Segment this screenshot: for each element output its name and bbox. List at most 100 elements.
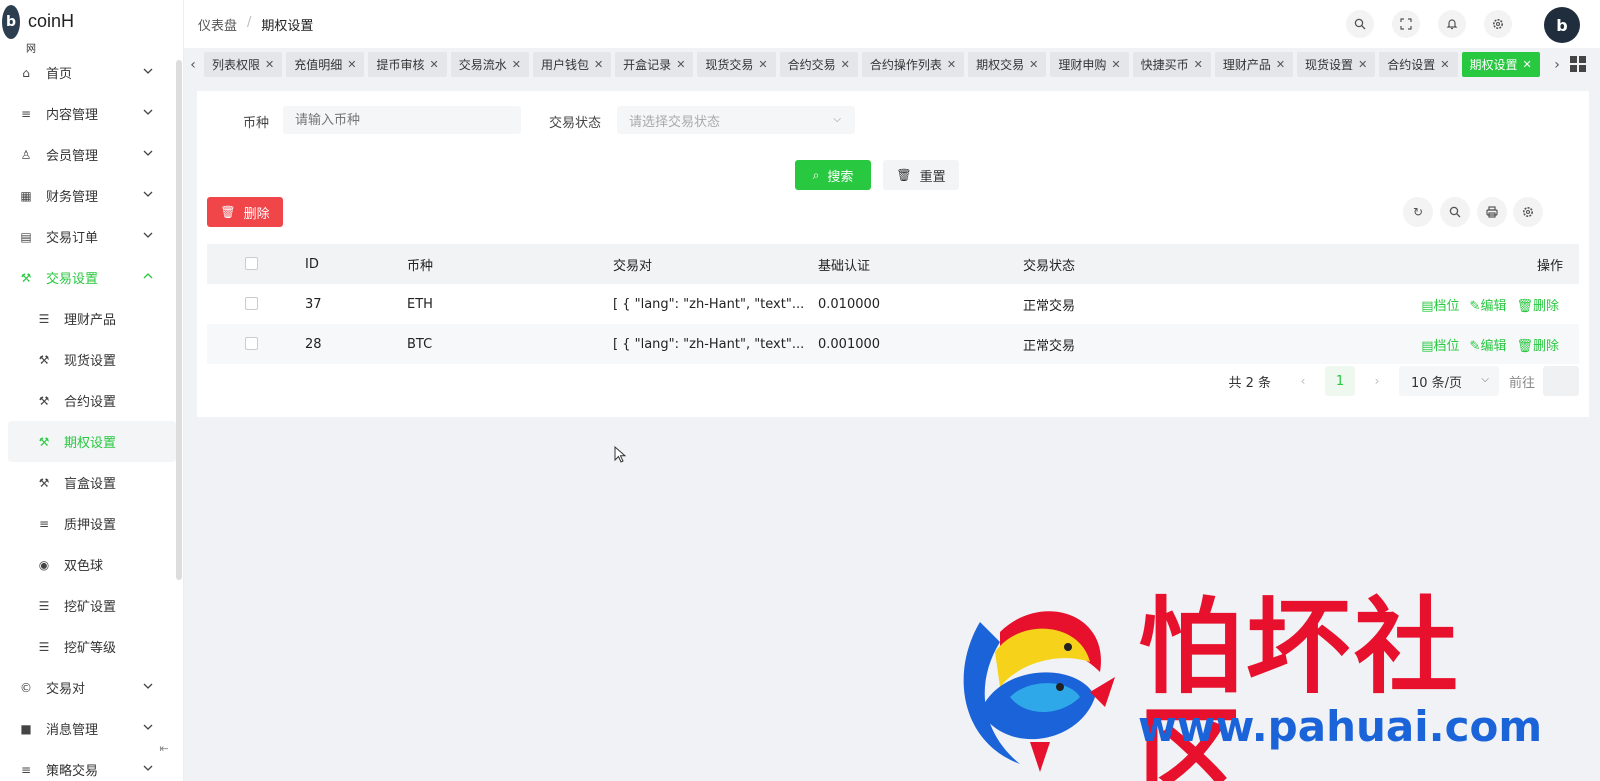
prev-page-icon[interactable]: ‹ (1289, 367, 1317, 395)
tab-3[interactable]: 交易流水 ✕ (450, 52, 529, 77)
sidebar-item-10[interactable]: ⚒ 盲盒设置 (0, 462, 176, 503)
pagination-total: 共 2 条 (1228, 375, 1271, 391)
search-icon[interactable] (1346, 10, 1374, 38)
sidebar-item-0[interactable]: ⌂ 首页 (0, 52, 176, 93)
row-delete-button[interactable]: 🗑删除 (1516, 295, 1559, 314)
close-icon[interactable]: ✕ (429, 58, 438, 71)
print-icon[interactable] (1477, 197, 1507, 227)
close-icon[interactable]: ✕ (265, 58, 274, 71)
page-number[interactable]: 1 (1324, 366, 1355, 396)
close-icon[interactable]: ✕ (758, 58, 767, 71)
sidebar-item-1[interactable]: ≡ 内容管理 (0, 93, 176, 134)
sidebar-item-17[interactable]: ≡ 策略交易 (0, 749, 176, 781)
level-button[interactable]: ▤档位 (1421, 295, 1459, 314)
header-pair: 交易对 (613, 258, 653, 274)
sidebar-item-8[interactable]: ⚒ 合约设置 (0, 380, 176, 421)
sidebar-scrollbar[interactable] (176, 60, 182, 580)
top-header: 仪表盘 / 期权设置 b (184, 0, 1600, 48)
list-icon: ≡ (38, 516, 50, 531)
tab-8[interactable]: 合约操作列表 ✕ (861, 52, 965, 77)
tab-1[interactable]: 充值明细 ✕ (286, 52, 365, 77)
close-icon[interactable]: ✕ (1440, 58, 1449, 71)
close-icon[interactable]: ✕ (676, 58, 685, 71)
delete-button[interactable]: 🗑 删除 (207, 197, 283, 227)
tab-2[interactable]: 提币审核 ✕ (368, 52, 447, 77)
fullscreen-icon[interactable] (1392, 10, 1420, 38)
sidebar-item-11[interactable]: ≡ 质押设置 (0, 503, 176, 544)
tabs-menu-grid-icon[interactable] (1570, 56, 1586, 72)
close-icon[interactable]: ✕ (512, 58, 521, 71)
refresh-icon[interactable]: ↻ (1403, 197, 1433, 227)
watermark: 怕坏社区 www.pahuai.com (940, 592, 1550, 781)
close-icon[interactable]: ✕ (347, 58, 356, 71)
tab-11[interactable]: 快捷买币 ✕ (1132, 52, 1211, 77)
reset-button[interactable]: 🗑 重置 (883, 160, 959, 190)
sidebar-item-2[interactable]: ♙ 会员管理 (0, 134, 176, 175)
tab-9[interactable]: 期权交易 ✕ (968, 52, 1047, 77)
sidebar-item-13[interactable]: ☰ 挖矿设置 (0, 585, 176, 626)
chevron-down-icon (142, 762, 154, 774)
tab-10[interactable]: 理财申购 ✕ (1050, 52, 1129, 77)
sidebar-item-12[interactable]: ◉ 双色球 (0, 544, 176, 585)
delete-button-label: 删除 (243, 206, 270, 222)
sidebar-item-5[interactable]: ⚒ 交易设置 (0, 257, 176, 298)
tabs-scroll-right-icon[interactable]: › (1550, 55, 1564, 75)
data-table: ID 币种 交易对 基础认证 交易状态 操作 37 ETH [ { "lang": … (207, 244, 1579, 364)
row-checkbox[interactable] (245, 337, 258, 350)
close-icon[interactable]: ✕ (1194, 58, 1203, 71)
sidebar-item-14[interactable]: ☰ 挖矿等级 (0, 626, 176, 667)
close-icon[interactable]: ✕ (1276, 58, 1285, 71)
row-delete-button[interactable]: 🗑删除 (1516, 335, 1559, 354)
edit-button[interactable]: ✎编辑 (1470, 295, 1507, 314)
sidebar-item-label: 交易订单 (46, 231, 99, 246)
goto-page-input[interactable] (1543, 366, 1579, 396)
sidebar-item-6[interactable]: ☰ 理财产品 (0, 298, 176, 339)
sidebar-item-4[interactable]: ▤ 交易订单 (0, 216, 176, 257)
settings-icon[interactable] (1484, 10, 1512, 38)
sidebar-item-3[interactable]: ▦ 财务管理 (0, 175, 176, 216)
tab-6[interactable]: 现货交易 ✕ (697, 52, 776, 77)
close-icon[interactable]: ✕ (947, 58, 956, 71)
collapse-sidebar-icon[interactable]: ⇤ (156, 740, 172, 756)
column-settings-icon[interactable] (1513, 197, 1543, 227)
sidebar-item-15[interactable]: © 交易对 (0, 667, 176, 708)
sidebar-item-7[interactable]: ⚒ 现货设置 (0, 339, 176, 380)
tab-13[interactable]: 现货设置 ✕ (1297, 52, 1376, 77)
breadcrumb-home[interactable]: 仪表盘 (198, 15, 237, 34)
tab-0[interactable]: 列表权限 ✕ (204, 52, 283, 77)
close-icon[interactable]: ✕ (1358, 58, 1367, 71)
coin-input[interactable] (283, 106, 521, 134)
status-select[interactable]: 请选择交易状态 ⌵ (617, 106, 855, 134)
close-icon[interactable]: ✕ (841, 58, 850, 71)
close-icon[interactable]: ✕ (594, 58, 603, 71)
tab-7[interactable]: 合约交易 ✕ (779, 52, 858, 77)
tab-12[interactable]: 理财产品 ✕ (1214, 52, 1294, 77)
next-page-icon[interactable]: › (1363, 367, 1391, 395)
reset-button-label: 重置 (919, 169, 946, 185)
status-select-placeholder: 请选择交易状态 (629, 114, 721, 130)
page-size-select[interactable]: 10 条/页 ⌵ (1398, 366, 1499, 396)
close-icon[interactable]: ✕ (1523, 58, 1532, 71)
level-button[interactable]: ▤档位 (1421, 335, 1459, 354)
edit-button[interactable]: ✎编辑 (1470, 335, 1507, 354)
edit-icon: ✎ (1469, 338, 1481, 354)
close-icon[interactable]: ✕ (1111, 58, 1120, 71)
level-icon: ▤ (1421, 298, 1434, 314)
sidebar-item-9[interactable]: ⚒ 期权设置 (8, 421, 176, 462)
bell-icon[interactable] (1438, 10, 1466, 38)
home-icon: ⌂ (22, 65, 30, 80)
tab-15[interactable]: 期权设置 ✕ (1461, 52, 1540, 77)
search-button[interactable]: ⌕ 搜索 (795, 160, 871, 190)
select-all-checkbox[interactable] (245, 257, 258, 270)
sidebar-item-label: 消息管理 (46, 723, 99, 738)
tabs-scroll-left-icon[interactable]: ‹ (186, 55, 200, 75)
tab-14[interactable]: 合约设置 ✕ (1379, 52, 1458, 77)
sidebar-item-16[interactable]: ■ 消息管理 (0, 708, 176, 749)
tabs-list: 列表权限 ✕ 充值明细 ✕ 提币审核 ✕ 交易流水 ✕ 用户钱包 ✕ 开盒记录 ✕ 现货交易 ✕ 合约交易 ✕… (204, 52, 1548, 78)
tab-4[interactable]: 用户钱包 ✕ (532, 52, 612, 77)
search-toggle-icon[interactable] (1440, 197, 1470, 227)
tab-5[interactable]: 开盒记录 ✕ (615, 52, 694, 77)
avatar[interactable]: b (1544, 7, 1580, 43)
close-icon[interactable]: ✕ (1029, 58, 1038, 71)
row-checkbox[interactable] (245, 297, 258, 310)
